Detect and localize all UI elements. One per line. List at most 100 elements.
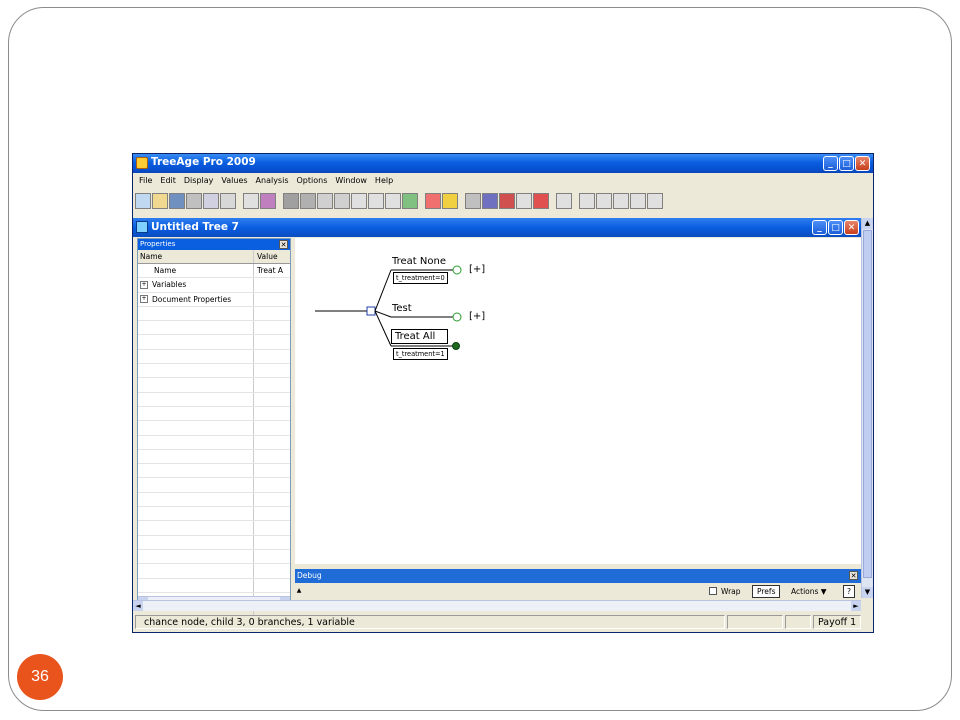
circle-ring-icon[interactable]	[630, 193, 646, 209]
menu-file[interactable]: File	[135, 174, 156, 189]
calculator-icon[interactable]	[425, 193, 441, 209]
app-titlebar[interactable]: TreeAge Pro 2009 _ □ ✕	[133, 154, 873, 173]
minimize-button[interactable]: _	[823, 156, 838, 171]
tree-window-titlebar[interactable]: Untitled Tree 7 _ □ ✕	[133, 218, 861, 237]
menu-display[interactable]: Display	[180, 174, 218, 189]
tree-close-button[interactable]: ✕	[844, 220, 859, 235]
open-icon[interactable]	[152, 193, 168, 209]
branch-label-treat-none[interactable]: Treat None	[392, 256, 446, 267]
tree-minimize-button[interactable]: _	[812, 220, 827, 235]
menu-window[interactable]: Window	[331, 174, 371, 189]
branch-terminal-test[interactable]: [+]	[469, 311, 485, 322]
calc-icon[interactable]	[516, 193, 532, 209]
status-cell-empty-2	[785, 615, 811, 629]
sens-color-icon[interactable]	[499, 193, 515, 209]
circle-node-icon[interactable]	[613, 193, 629, 209]
arrow-icon[interactable]	[579, 193, 595, 209]
scroll-thumb[interactable]	[863, 230, 872, 578]
scroll-down-icon[interactable]: ▼	[862, 587, 873, 598]
print-icon[interactable]	[186, 193, 202, 209]
wrap-checkbox[interactable]	[709, 587, 717, 595]
column-name-header[interactable]: Name	[138, 250, 254, 263]
properties-rows: Name Treat A + Variables + Document Propertie…	[138, 264, 290, 622]
property-name-empty	[138, 406, 254, 421]
color-icon[interactable]	[402, 193, 418, 209]
tree-canvas[interactable]: Treat None t_treatment=0 [+] Test [+] Tr…	[295, 238, 861, 564]
column-value-header[interactable]: Value	[254, 252, 288, 261]
markov-icon[interactable]	[334, 193, 350, 209]
branch-formula-treat-none[interactable]: t_treatment=0	[393, 272, 448, 284]
property-name-empty	[138, 349, 254, 364]
status-bar: chance node, child 3, 0 branches, 1 vari…	[135, 615, 873, 631]
menu-options[interactable]: Options	[293, 174, 332, 189]
properties-close-icon[interactable]: ✕	[279, 240, 288, 249]
menu-analysis[interactable]: Analysis	[252, 174, 293, 189]
property-name-empty	[138, 306, 254, 321]
expand-icon[interactable]: +	[140, 280, 148, 289]
property-row[interactable]: + Variables	[138, 278, 290, 293]
prefs-button[interactable]: Prefs	[752, 585, 781, 598]
decision-node-icon[interactable]	[366, 306, 376, 316]
expand-icon[interactable]: +	[140, 295, 148, 304]
export-icon[interactable]	[220, 193, 236, 209]
property-row[interactable]: Name Treat A	[138, 264, 290, 279]
debug-help-button[interactable]: ?	[843, 585, 855, 598]
debug-close-icon[interactable]: ✕	[849, 571, 858, 580]
properties-title: Properties	[140, 240, 176, 248]
property-row-empty	[138, 335, 290, 350]
property-row-empty	[138, 492, 290, 508]
formula-icon[interactable]	[317, 193, 333, 209]
close-button[interactable]: ✕	[855, 156, 870, 171]
circle-icon[interactable]	[533, 193, 549, 209]
property-row[interactable]: + Document Properties	[138, 292, 290, 307]
property-name-empty	[138, 492, 254, 507]
node-type-icon[interactable]	[243, 193, 259, 209]
treeage-window: TreeAge Pro 2009 _ □ ✕ File Edit Display…	[132, 153, 874, 633]
scroll-left-icon[interactable]: ◄	[133, 601, 143, 611]
tree-maximize-button[interactable]: □	[828, 220, 843, 235]
properties-columns: Name Value	[138, 250, 290, 264]
branch-formula-treat-all[interactable]: t_treatment=1	[393, 348, 448, 360]
maximize-button[interactable]: □	[839, 156, 854, 171]
menu-values[interactable]: Values	[217, 174, 251, 189]
property-name: Name	[138, 264, 254, 278]
property-name-empty	[138, 392, 254, 406]
vertical-scrollbar[interactable]: ▲ ▼	[861, 218, 873, 598]
clock-icon[interactable]	[385, 193, 401, 209]
bar-chart-icon[interactable]	[465, 193, 481, 209]
chance-node-treat-all-icon[interactable]	[452, 342, 460, 350]
ellipsis-icon[interactable]	[351, 193, 367, 209]
diamond-icon[interactable]	[647, 193, 663, 209]
variable-icon[interactable]	[300, 193, 316, 209]
sens-icon[interactable]	[482, 193, 498, 209]
property-row-empty	[138, 378, 290, 393]
function-icon[interactable]	[260, 193, 276, 209]
menu-edit[interactable]: Edit	[156, 174, 180, 189]
warning-icon[interactable]	[442, 193, 458, 209]
property-row-empty	[138, 421, 290, 436]
square-icon[interactable]	[596, 193, 612, 209]
menu-help[interactable]: Help	[371, 174, 397, 189]
new-icon[interactable]	[135, 193, 151, 209]
status-cell-empty-1	[727, 615, 783, 629]
chance-node-treat-none-icon[interactable]	[452, 265, 462, 275]
property-name-empty	[138, 321, 254, 335]
equals-icon[interactable]	[368, 193, 384, 209]
tree-icon[interactable]	[283, 193, 299, 209]
save-icon[interactable]	[169, 193, 185, 209]
main-horizontal-scrollbar[interactable]: ◄ ►	[133, 600, 861, 611]
debug-scroll-up-icon[interactable]: ▲	[295, 587, 303, 595]
properties-header: Properties ✕	[138, 239, 290, 250]
move-icon[interactable]	[556, 193, 572, 209]
properties-panel: Properties ✕ Name Value Name Treat A + Vari…	[137, 238, 291, 622]
property-name-empty	[138, 449, 254, 464]
branch-terminal-treat-none[interactable]: [+]	[469, 264, 485, 275]
actions-dropdown[interactable]: Actions ▼	[791, 587, 827, 596]
scroll-up-icon[interactable]: ▲	[862, 218, 873, 229]
scroll-right-icon[interactable]: ►	[851, 601, 861, 611]
print-preview-icon[interactable]	[203, 193, 219, 209]
branch-label-treat-all[interactable]: Treat All	[391, 329, 449, 344]
slide-number: 36	[17, 654, 63, 700]
branch-label-test[interactable]: Test	[392, 303, 412, 314]
chance-node-test-icon[interactable]	[452, 312, 462, 322]
